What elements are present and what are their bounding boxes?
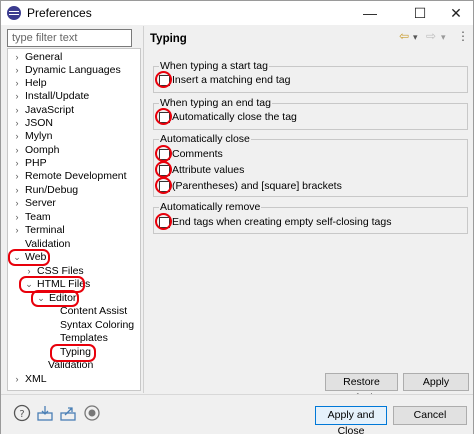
highlight-checkbox [155,161,172,178]
tree-item-label: General [25,51,63,63]
chevron-right-icon[interactable]: › [12,211,22,224]
highlight-checkbox [155,145,172,162]
svg-text:?: ? [19,409,24,420]
highlight-checkbox [155,213,172,230]
group-label: When typing an end tag [159,97,272,109]
checkbox-label: Comments [172,148,223,160]
maximize-icon[interactable]: ☐ [403,1,437,25]
tree-item-label: Oomph [25,144,60,156]
tree-item-html-validation[interactable]: Validation [48,359,93,372]
cancel-button[interactable]: Cancel [393,406,467,425]
tree-item-label: Install/Update [25,90,90,102]
tree-item-label: Remote Development [25,170,127,182]
chevron-right-icon[interactable]: › [12,373,22,386]
chevron-right-icon[interactable]: › [12,144,22,157]
tree-item-label: Terminal [25,224,65,236]
chevron-down-icon[interactable]: ⌄ [24,278,34,291]
apply-button[interactable]: Apply [403,373,469,391]
chevron-right-icon[interactable]: › [12,157,22,170]
tree-item-label: Templates [60,332,108,344]
checkbox-label: (Parentheses) and [square] brackets [172,180,342,192]
chevron-right-icon[interactable]: › [12,197,22,210]
tree-item-label: JSON [25,117,54,129]
back-menu-icon[interactable]: ▾ [413,32,418,50]
tree-item-templates[interactable]: Templates [60,332,108,345]
apply-and-close-button[interactable]: Apply and Close [315,406,387,434]
chevron-right-icon[interactable]: › [12,104,22,117]
forward-menu-icon[interactable]: ▾ [441,32,446,50]
tree-item-label: Run/Debug [25,184,79,196]
tree-item-content-assist[interactable]: Content Assist [60,305,127,318]
chevron-right-icon[interactable]: › [12,184,22,197]
close-icon[interactable]: ✕ [439,1,473,25]
preferences-window: Preferences — ☐ ✕ › General › Dynamic La… [0,0,474,434]
group-label: When typing a start tag [159,60,269,72]
highlight-checkbox [155,71,172,88]
view-menu-icon[interactable]: ⋮ [457,29,469,47]
tree-item-label: Editor [49,292,77,304]
filter-input[interactable] [7,29,132,47]
tree-item-label: Typing [60,346,91,358]
tree-item-label: Content Assist [60,305,128,317]
tree-item-syntax-coloring[interactable]: Syntax Coloring [60,319,134,332]
tree-item-label: Dynamic Languages [25,64,121,76]
chevron-right-icon[interactable]: › [12,90,22,103]
checkbox-label: Automatically close the tag [172,111,297,123]
tree-item-label: Help [25,77,47,89]
chevron-right-icon[interactable]: › [12,130,22,143]
back-arrow-icon[interactable]: ⇦ [399,29,409,47]
highlight-checkbox [155,108,172,125]
chevron-right-icon[interactable]: › [12,51,22,64]
record-icon[interactable] [83,404,101,422]
chevron-down-icon[interactable]: ⌄ [36,292,46,305]
title-bar: Preferences — ☐ ✕ [1,1,473,25]
import-icon[interactable] [36,404,54,422]
tree-item-typing[interactable]: Typing [60,346,91,359]
chevron-right-icon[interactable]: › [24,265,34,278]
chevron-right-icon[interactable]: › [12,64,22,77]
tree-item-label: Web [25,251,47,263]
eclipse-app-icon [7,6,21,20]
tree-item-label: XML [25,373,47,385]
minimize-icon[interactable]: — [353,1,387,25]
tree-item-label: Validation [25,238,71,250]
export-icon[interactable] [59,404,77,422]
chevron-down-icon[interactable]: ⌄ [12,251,22,264]
chevron-right-icon[interactable]: › [12,77,22,90]
highlight-checkbox [155,177,172,194]
chevron-right-icon[interactable]: › [12,170,22,183]
tree-item-label: CSS Files [37,265,84,277]
tree-item-label: PHP [25,157,47,169]
chevron-right-icon[interactable]: › [12,224,22,237]
preferences-tree[interactable]: › General › Dynamic Languages › Help › I… [7,48,141,391]
forward-arrow-icon[interactable]: ⇨ [426,29,436,47]
restore-defaults-button[interactable]: Restore Defaults [325,373,398,404]
tree-item-label: Mylyn [25,130,53,142]
help-icon[interactable]: ? [13,404,31,422]
tree-item-label: Team [25,211,51,223]
tree-item-label: Validation [48,359,94,371]
tree-item-label: JavaScript [25,104,75,116]
tree-item-label: HTML Files [37,278,91,290]
group-label: Automatically close [159,133,251,145]
chevron-right-icon[interactable]: › [12,117,22,130]
checkbox-label: End tags when creating empty self-closin… [172,216,392,228]
group-label: Automatically remove [159,201,262,213]
page-title: Typing [150,33,187,45]
tree-item-label: Syntax Coloring [60,319,135,331]
window-title: Preferences [27,6,92,20]
checkbox-label: Insert a matching end tag [172,74,291,86]
checkbox-label: Attribute values [172,164,245,176]
tree-item-label: Server [25,197,56,209]
